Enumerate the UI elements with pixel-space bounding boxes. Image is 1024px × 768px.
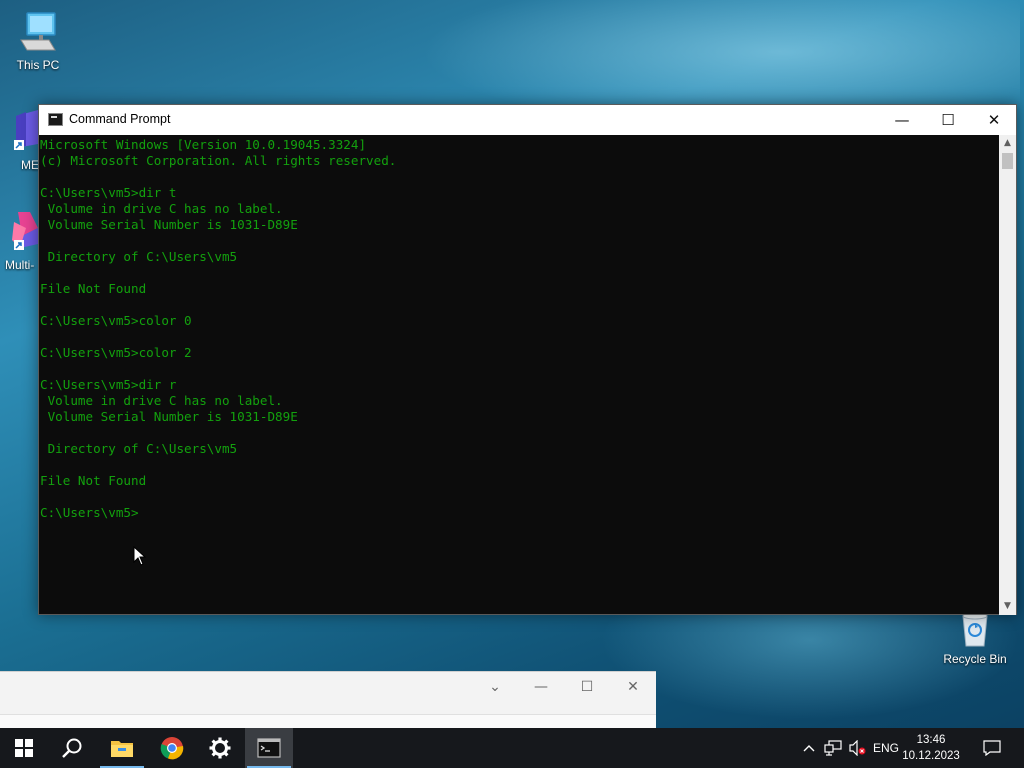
console-line: C:\Users\vm5>dir t — [40, 185, 177, 200]
app-shortcut-icon — [12, 212, 38, 250]
volume-tray-button[interactable] — [846, 728, 868, 768]
search-icon — [62, 738, 82, 758]
command-prompt-icon — [257, 738, 281, 758]
desktop-icon-label: This PC — [16, 58, 60, 72]
taskbar: ENG 13:46 10.12.2023 — [0, 728, 1024, 768]
console-line: C:\Users\vm5>color 2 — [40, 345, 192, 360]
close-button[interactable]: ✕ — [622, 676, 644, 698]
minimize-button[interactable]: — — [879, 105, 925, 135]
console-line: Volume Serial Number is 1031-D89E — [40, 409, 298, 424]
this-pc-icon — [20, 12, 56, 51]
taskbar-command-prompt[interactable] — [245, 728, 293, 768]
vertical-scrollbar[interactable]: ▲ ▼ — [999, 135, 1016, 615]
scrollbar-thumb[interactable] — [1002, 153, 1013, 169]
console-line: C:\Users\vm5>dir r — [40, 377, 177, 392]
file-explorer-icon — [111, 741, 133, 757]
chevron-down-icon[interactable]: ⌄ — [484, 676, 506, 698]
recycle-bin-icon — [962, 612, 988, 647]
taskbar-chrome[interactable] — [148, 728, 196, 768]
minimize-button[interactable]: — — [530, 676, 552, 698]
taskbar-clock[interactable]: 13:46 10.12.2023 — [898, 732, 964, 764]
console-line: Microsoft Windows [Version 10.0.19045.33… — [40, 137, 367, 152]
network-icon — [824, 740, 842, 756]
console-output[interactable]: Microsoft Windows [Version 10.0.19045.33… — [39, 135, 1000, 615]
console-line: File Not Found — [40, 281, 147, 296]
console-line: (c) Microsoft Corporation. All rights re… — [40, 153, 397, 168]
close-button[interactable]: ✕ — [971, 105, 1017, 135]
console-line: Volume in drive C has no label. — [40, 393, 283, 408]
taskbar-search-button[interactable] — [48, 728, 96, 768]
scroll-down-arrow-icon[interactable]: ▼ — [999, 598, 1016, 615]
console-line: Volume in drive C has no label. — [40, 201, 283, 216]
windows-start-icon — [15, 739, 33, 757]
desktop-icon-label: Recycle Bin — [943, 652, 1007, 666]
app-shortcut-icon — [14, 110, 38, 150]
start-button[interactable] — [0, 728, 48, 768]
show-hidden-icons-button[interactable] — [798, 728, 820, 768]
volume-muted-icon — [849, 740, 866, 756]
command-prompt-icon — [48, 113, 63, 126]
settings-gear-icon — [209, 737, 231, 759]
desktop-icon-label: Multi- — [5, 258, 35, 272]
desktop-icon-me[interactable]: ME — [0, 108, 40, 172]
command-prompt-window[interactable]: Command Prompt — ☐ ✕ Microsoft Windows [… — [38, 104, 1017, 615]
background-window[interactable]: ⌄ — ☐ ✕ — [0, 671, 656, 730]
desktop-icon-recycle-bin[interactable]: Recycle Bin — [937, 612, 1013, 666]
taskbar-file-explorer[interactable] — [98, 728, 146, 768]
clock-date: 10.12.2023 — [902, 750, 960, 762]
maximize-button[interactable]: ☐ — [925, 105, 971, 135]
chevron-up-icon — [803, 745, 815, 752]
chrome-icon — [160, 737, 184, 760]
notification-icon — [983, 740, 1001, 756]
mouse-pointer-icon — [133, 546, 147, 566]
maximize-button[interactable]: ☐ — [576, 676, 598, 698]
background-window-titlebar[interactable]: ⌄ — ☐ ✕ — [0, 672, 656, 702]
console-line: File Not Found — [40, 473, 147, 488]
window-titlebar[interactable]: Command Prompt — ☐ ✕ — [39, 105, 1016, 135]
console-line: Directory of C:\Users\vm5 — [40, 249, 238, 264]
action-center-button[interactable] — [976, 728, 1008, 768]
window-title: Command Prompt — [69, 112, 171, 126]
desktop-icon-this-pc[interactable]: This PC — [0, 10, 76, 72]
console-line: Directory of C:\Users\vm5 — [40, 441, 238, 456]
console-line: Volume Serial Number is 1031-D89E — [40, 217, 298, 232]
desktop-icon-label: ME — [21, 158, 39, 172]
console-line: C:\Users\vm5> — [40, 505, 139, 520]
console-line: C:\Users\vm5>color 0 — [40, 313, 192, 328]
network-tray-button[interactable] — [822, 728, 844, 768]
desktop-icon-multi[interactable]: Multi- — [0, 208, 40, 272]
scroll-up-arrow-icon[interactable]: ▲ — [999, 135, 1016, 152]
taskbar-settings[interactable] — [196, 728, 244, 768]
clock-time: 13:46 — [916, 734, 946, 746]
